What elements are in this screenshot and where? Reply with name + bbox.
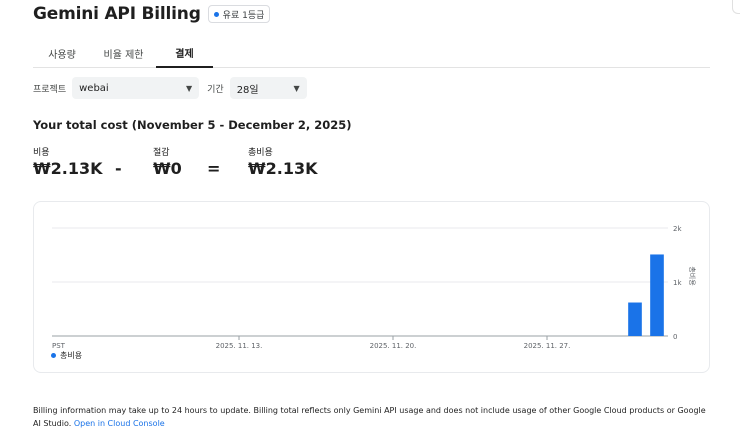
x-tick-label: 2025. 11. 20. (370, 342, 417, 350)
cost-value: ₩2.13K (33, 159, 103, 178)
cost-chart: 2k 1k 0 총비용 PST 2025. 11. 13. 2025. 11. 20. 202… (52, 225, 697, 350)
x-tick-label: 2025. 11. 13. (216, 342, 263, 350)
tab-rate-limit[interactable]: 비율 제한 (91, 38, 156, 68)
tier-badge-label: 유료 1등급 (222, 10, 265, 21)
open-cloud-console-link[interactable]: Open in Cloud Console (74, 419, 165, 428)
legend-dot-icon (51, 353, 56, 358)
chevron-down-icon: ▼ (185, 83, 193, 93)
panel-edge (732, 0, 740, 14)
period-label: 기간 (207, 84, 224, 95)
page-header: Gemini API Billing 유료 1등급 (33, 4, 271, 24)
x-tick-label: PST (52, 342, 66, 350)
tier-badge: 유료 1등급 (207, 5, 271, 23)
billing-footer-note: Billing information may take up to 24 ho… (33, 404, 713, 430)
y-axis-label: 총비용 (688, 266, 697, 286)
page-title: Gemini API Billing (33, 4, 201, 24)
cost-label: 비용 (33, 148, 50, 158)
project-value: webai (79, 82, 109, 94)
savings-label: 절감 (153, 148, 170, 158)
y-tick-label: 1k (673, 279, 682, 287)
total-label: 총비용 (248, 148, 273, 158)
cost-chart-card: 2k 1k 0 총비용 PST 2025. 11. 13. 2025. 11. 20. 202… (33, 201, 710, 373)
chevron-down-icon: ▼ (293, 83, 300, 93)
total-cost-heading: Your total cost (November 5 - December 2… (33, 118, 352, 132)
period-value: 28일 (236, 84, 259, 96)
tab-billing[interactable]: 결제 (156, 38, 213, 68)
total-value: ₩2.13K (248, 159, 318, 178)
filter-bar: 프로젝트 webai ▼ 기간 28일 ▼ (33, 77, 307, 99)
chart-legend: 총비용 (51, 350, 82, 361)
x-tick-label: 2025. 11. 27. (524, 342, 571, 350)
y-tick-label: 0 (673, 333, 677, 341)
bar (628, 302, 642, 336)
bar (650, 254, 664, 336)
period-select[interactable]: 28일 ▼ (229, 77, 307, 99)
tab-bar: 사용량 비율 제한 결제 (33, 38, 710, 68)
equals-operator: = (207, 159, 221, 178)
savings-value: ₩0 (153, 159, 182, 178)
tab-usage[interactable]: 사용량 (33, 38, 91, 68)
project-label: 프로젝트 (33, 84, 67, 95)
tier-dot-icon (213, 11, 219, 17)
legend-label: 총비용 (60, 351, 83, 360)
y-tick-label: 2k (673, 225, 682, 233)
project-select[interactable]: webai ▼ (72, 77, 200, 99)
minus-operator: - (115, 159, 122, 178)
